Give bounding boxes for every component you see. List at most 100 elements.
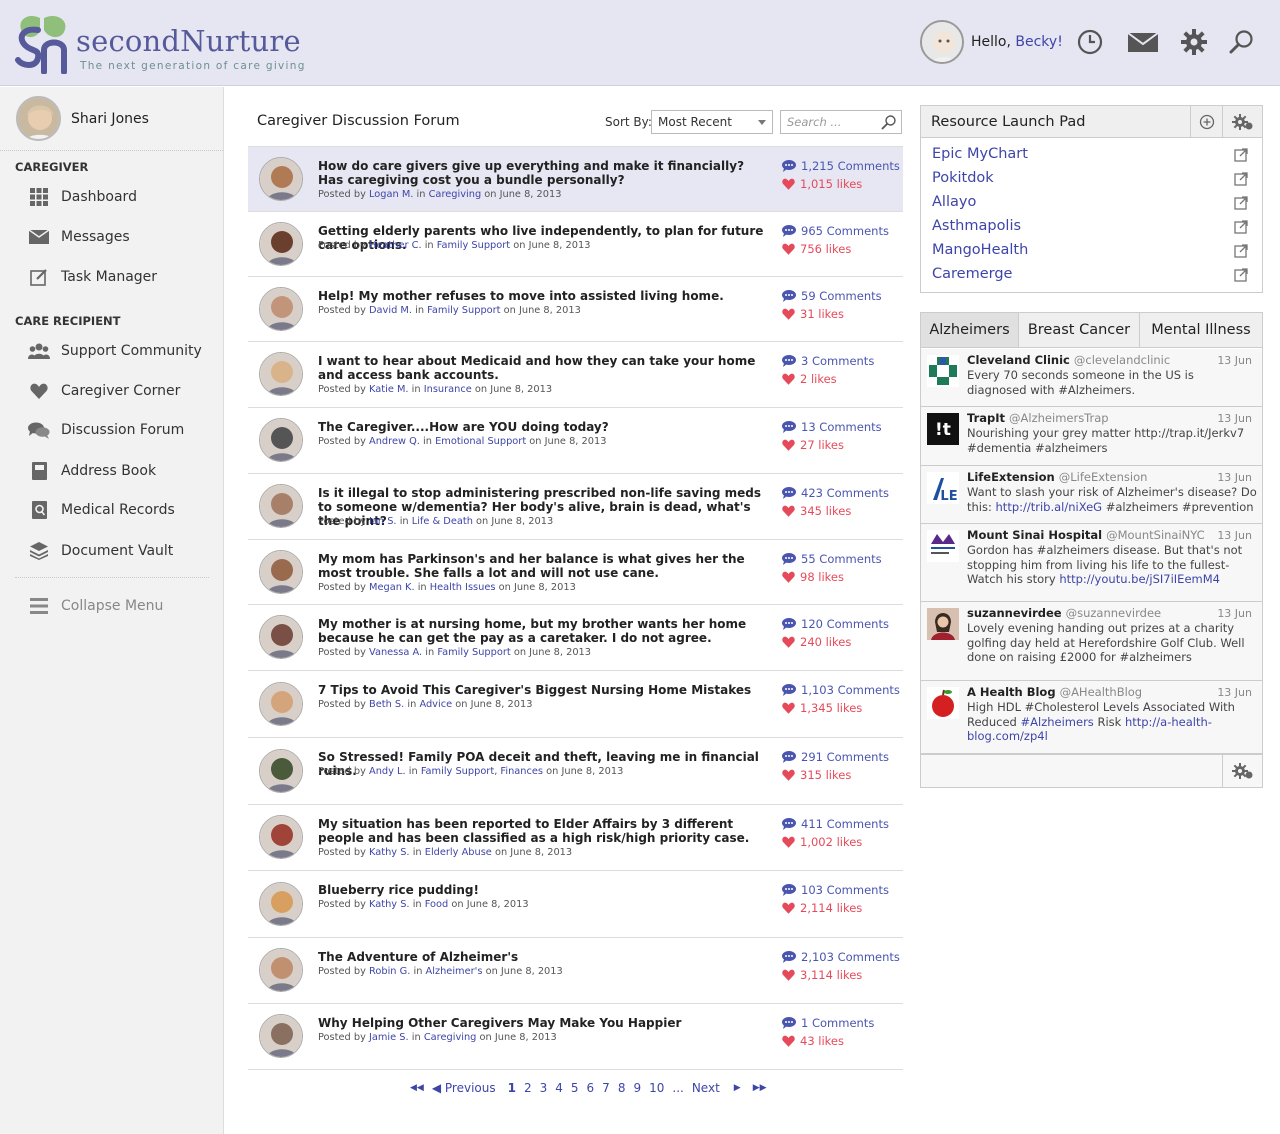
post-category-link[interactable]: Caregiving xyxy=(424,1032,477,1043)
post-author-avatar[interactable] xyxy=(259,1014,303,1058)
post-author-link[interactable]: Kathy S. xyxy=(369,847,410,858)
post-comments-link[interactable]: 1,215 Comments xyxy=(782,159,900,173)
post-likes-link[interactable]: 756 likes xyxy=(782,242,851,256)
tweet-author[interactable]: A Health Blog @AHealthBlog xyxy=(967,685,1142,699)
sort-select[interactable]: Most Recent xyxy=(651,110,773,134)
sidebar-item-dashboard[interactable]: Dashboard xyxy=(28,187,137,207)
next-button[interactable]: Next xyxy=(692,1081,720,1095)
post-category-link[interactable]: Family Support xyxy=(437,240,510,251)
external-link-icon[interactable] xyxy=(1234,268,1248,282)
post-author-link[interactable]: Robin G. xyxy=(369,966,410,977)
sidebar-item-support-community[interactable]: Support Community xyxy=(28,341,202,361)
post-author-link[interactable]: Andrew Q. xyxy=(369,436,420,447)
forum-post[interactable]: Help! My mother refuses to move into ass… xyxy=(248,277,903,342)
sidebar-item-task-manager[interactable]: Task Manager xyxy=(28,267,157,287)
page-link-10[interactable]: 10 xyxy=(649,1081,664,1095)
tweet[interactable]: A Health Blog @AHealthBlog 13 Jun High HD… xyxy=(921,681,1262,754)
forum-post[interactable]: Blueberry rice pudding! Posted by Kathy … xyxy=(248,871,903,938)
post-author-link[interactable]: Heather C. xyxy=(369,240,422,251)
greeting-user-name[interactable]: Becky! xyxy=(1015,34,1062,50)
external-link-icon[interactable] xyxy=(1234,172,1248,186)
forum-post[interactable]: My mom has Parkinson's and her balance i… xyxy=(248,540,903,605)
post-title[interactable]: Help! My mother refuses to move into ass… xyxy=(318,289,773,303)
post-category-link[interactable]: Health Issues xyxy=(430,582,496,593)
post-comments-link[interactable]: 3 Comments xyxy=(782,354,874,368)
launchpad-item[interactable]: Allayo xyxy=(932,194,1250,210)
tweet-avatar[interactable] xyxy=(927,687,959,719)
tweet[interactable]: suzannevirdee @suzannevirdee 13 Jun Lovel… xyxy=(921,602,1262,681)
sidebar-item-caregiver-corner[interactable]: Caregiver Corner xyxy=(28,381,180,401)
tweet-author[interactable]: LifeExtension @LifeExtension xyxy=(967,470,1147,484)
page-link-9[interactable]: 9 xyxy=(633,1081,641,1095)
post-author-link[interactable]: Logan M. xyxy=(369,189,413,200)
post-category-link[interactable]: Insurance xyxy=(424,384,472,395)
post-title[interactable]: I want to hear about Medicaid and how th… xyxy=(318,354,773,382)
search-icon[interactable] xyxy=(1228,28,1256,56)
tweet-link[interactable]: #Alzheimers xyxy=(1021,715,1094,729)
post-author-avatar[interactable] xyxy=(259,157,303,201)
post-likes-link[interactable]: 2,114 likes xyxy=(782,901,862,915)
post-likes-link[interactable]: 3,114 likes xyxy=(782,968,862,982)
first-page-button[interactable]: ◀◀ xyxy=(410,1083,424,1093)
sidebar-item-document-vault[interactable]: Document Vault xyxy=(28,541,173,561)
sidebar-item-address-book[interactable]: Address Book xyxy=(28,461,156,481)
launchpad-item[interactable]: Pokitdok xyxy=(932,170,1250,186)
post-comments-link[interactable]: 423 Comments xyxy=(782,486,889,500)
page-link-6[interactable]: 6 xyxy=(587,1081,595,1095)
forum-post[interactable]: 7 Tips to Avoid This Caregiver's Biggest… xyxy=(248,671,903,738)
forum-post[interactable]: The Caregiver....How are YOU doing today… xyxy=(248,408,903,474)
search-input[interactable]: Search ... xyxy=(780,110,902,134)
user-avatar[interactable] xyxy=(920,20,964,64)
tweet-avatar[interactable]: !t xyxy=(927,413,959,445)
page-link-4[interactable]: 4 xyxy=(555,1081,563,1095)
page-link-5[interactable]: 5 xyxy=(571,1081,579,1095)
post-author-link[interactable]: Jamie S. xyxy=(369,1032,409,1043)
tweet[interactable]: !t TrapIt @AlzheimersTrap 13 Jun Nourishi… xyxy=(921,407,1262,466)
page-link-2[interactable]: 2 xyxy=(524,1081,532,1095)
post-likes-link[interactable]: 345 likes xyxy=(782,504,851,518)
post-comments-link[interactable]: 120 Comments xyxy=(782,617,889,631)
external-link-icon[interactable] xyxy=(1234,196,1248,210)
post-author-link[interactable]: David M. xyxy=(369,305,412,316)
launchpad-item[interactable]: Asthmapolis xyxy=(932,218,1250,234)
post-likes-link[interactable]: 43 likes xyxy=(782,1034,844,1048)
post-title[interactable]: The Adventure of Alzheimer's xyxy=(318,950,773,964)
post-title[interactable]: Why Helping Other Caregivers May Make Yo… xyxy=(318,1016,773,1030)
forum-post[interactable]: My situation has been reported to Elder … xyxy=(248,805,903,871)
tweet[interactable]: Mount Sinai Hospital @MountSinaiNYC 13 Ju… xyxy=(921,524,1262,602)
post-title[interactable]: My mother is at nursing home, but my bro… xyxy=(318,617,773,645)
post-category-link[interactable]: Life & Death xyxy=(412,516,473,527)
page-link-7[interactable]: 7 xyxy=(602,1081,610,1095)
post-author-link[interactable]: Kathy S. xyxy=(369,899,410,910)
tab-mental-illness[interactable]: Mental Illness xyxy=(1140,313,1262,347)
tweet-avatar[interactable] xyxy=(927,355,959,387)
post-likes-link[interactable]: 2 likes xyxy=(782,372,837,386)
post-author-avatar[interactable] xyxy=(259,749,303,793)
post-comments-link[interactable]: 13 Comments xyxy=(782,420,882,434)
post-comments-link[interactable]: 411 Comments xyxy=(782,817,889,831)
post-category-link[interactable]: Emotional Support xyxy=(435,436,526,447)
post-author-link[interactable]: Ian S. xyxy=(369,516,397,527)
post-likes-link[interactable]: 240 likes xyxy=(782,635,851,649)
tweet-link[interactable]: http://youtu.be/jSI7iIEemM4 xyxy=(1059,572,1220,586)
tweet-link[interactable]: http://trib.al/niXeG xyxy=(996,500,1103,514)
post-author-avatar[interactable] xyxy=(259,550,303,594)
post-category-link[interactable]: Elderly Abuse xyxy=(425,847,492,858)
profile[interactable]: Shari Jones xyxy=(16,96,149,141)
feed-settings-button[interactable] xyxy=(1222,755,1262,787)
tweet-avatar[interactable]: LE xyxy=(927,472,959,504)
post-category-link[interactable]: Alzheimer's xyxy=(426,966,483,977)
forum-post[interactable]: I want to hear about Medicaid and how th… xyxy=(248,342,903,408)
forum-post[interactable]: Getting elderly parents who live indepen… xyxy=(248,212,903,277)
post-author-avatar[interactable] xyxy=(259,222,303,266)
add-resource-button[interactable] xyxy=(1190,106,1222,137)
post-comments-link[interactable]: 1 Comments xyxy=(782,1016,874,1030)
post-author-link[interactable]: Andy L. xyxy=(369,766,406,777)
post-author-link[interactable]: Vanessa A. xyxy=(369,647,422,658)
post-author-avatar[interactable] xyxy=(259,418,303,462)
forum-post[interactable]: How do care givers give up everything an… xyxy=(248,147,903,212)
tweet-author[interactable]: Mount Sinai Hospital @MountSinaiNYC xyxy=(967,528,1205,542)
last-page-button[interactable]: ▶▶ xyxy=(753,1083,767,1093)
post-author-avatar[interactable] xyxy=(259,882,303,926)
tweet-avatar[interactable] xyxy=(927,530,959,562)
